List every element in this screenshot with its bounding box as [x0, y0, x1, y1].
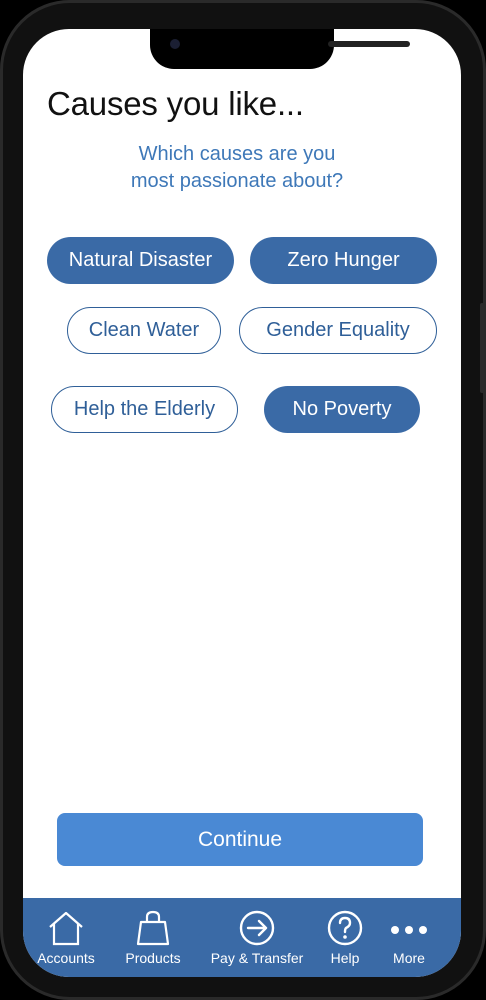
- tab-pay-transfer[interactable]: Pay & Transfer: [207, 898, 307, 977]
- tab-bar: Accounts Products Pay & Transfer Help Mo…: [23, 898, 461, 977]
- tab-label: More: [393, 950, 425, 966]
- phone-frame: Causes you like... Which causes are you …: [0, 0, 486, 1000]
- more-dots-icon: [391, 926, 427, 934]
- arrow-circle-icon: [239, 910, 275, 946]
- subtitle-line-2: most passionate about?: [130, 170, 344, 192]
- question-circle-icon: [327, 910, 363, 946]
- cause-chip-help-the-elderly[interactable]: Help the Elderly: [51, 386, 238, 433]
- cause-chip-natural-disaster[interactable]: Natural Disaster: [47, 237, 234, 284]
- continue-button[interactable]: Continue: [57, 813, 423, 866]
- cause-chip-no-poverty[interactable]: No Poverty: [264, 386, 420, 433]
- home-icon: [49, 911, 83, 946]
- tab-label: Accounts: [37, 950, 95, 966]
- cause-chip-clean-water[interactable]: Clean Water: [67, 307, 221, 354]
- tab-more[interactable]: More: [385, 898, 433, 977]
- screen: Causes you like... Which causes are you …: [23, 29, 461, 977]
- tab-label: Help: [330, 950, 360, 966]
- bag-icon: [136, 910, 170, 946]
- cause-chip-zero-hunger[interactable]: Zero Hunger: [250, 237, 437, 284]
- speaker-grille: [328, 41, 410, 47]
- page-title: Causes you like...: [47, 85, 304, 122]
- page-subtitle: Which causes are you most passionate abo…: [23, 141, 451, 195]
- tab-accounts[interactable]: Accounts: [31, 898, 101, 977]
- side-button: [480, 303, 484, 393]
- tab-label: Products: [125, 950, 181, 966]
- tab-products[interactable]: Products: [117, 898, 189, 977]
- cause-chip-gender-equality[interactable]: Gender Equality: [239, 307, 437, 354]
- tab-label: Pay & Transfer: [210, 950, 304, 966]
- notch: [150, 29, 410, 69]
- subtitle-line-1: Which causes are you: [138, 143, 336, 165]
- camera-icon: [170, 39, 180, 49]
- tab-help[interactable]: Help: [323, 898, 367, 977]
